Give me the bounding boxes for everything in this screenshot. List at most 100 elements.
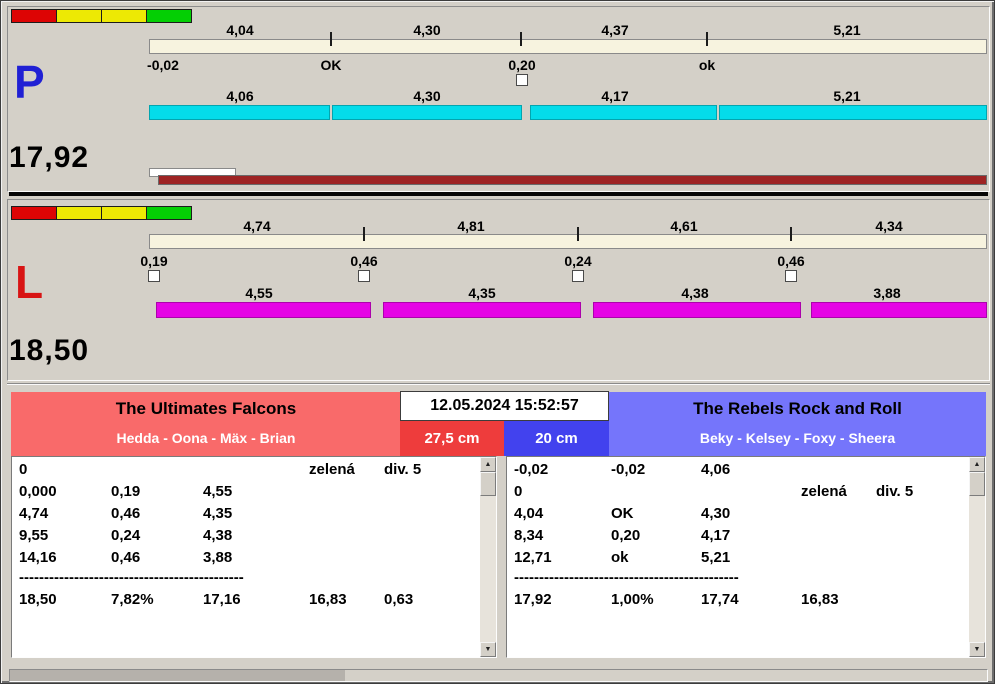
result-cell: 0,46 <box>111 505 140 522</box>
l-lower-split-label: 4,55 <box>245 285 272 301</box>
right-panel-scrollbar[interactable]: ▲ ▼ <box>969 457 985 657</box>
result-cell: zelená <box>309 461 355 478</box>
up-arrow-icon: ▲ <box>974 461 981 468</box>
l-status-square-yellow1 <box>56 206 102 220</box>
result-cell: 0,46 <box>111 549 140 566</box>
l-lower-split-label: 4,35 <box>468 285 495 301</box>
summary-cell: 17,74 <box>701 591 739 608</box>
scroll-down-button[interactable]: ▼ <box>480 642 496 657</box>
left-height-badge: 27,5 cm <box>400 421 504 456</box>
l-split-time-label: 4,81 <box>457 218 484 234</box>
result-cell: 4,74 <box>19 505 48 522</box>
p-fault-label: -0,02 <box>147 57 179 73</box>
p-total-time: 17,92 <box>9 141 89 175</box>
result-cell: 9,55 <box>19 527 48 544</box>
scroll-down-button[interactable]: ▼ <box>969 642 985 657</box>
lane-divider <box>9 192 988 196</box>
result-cell: -0,02 <box>611 461 645 478</box>
p-lower-bar-segment <box>530 105 717 120</box>
summary-cell: 16,83 <box>309 591 347 608</box>
panel-l-frame <box>7 199 990 381</box>
summary-cell: 7,82% <box>111 591 154 608</box>
l-upper-time-bar <box>149 234 987 249</box>
right-team-name: The Rebels Rock and Roll <box>609 399 986 419</box>
p-lower-split-label: 4,06 <box>226 88 253 104</box>
summary-cell: 0,63 <box>384 591 413 608</box>
bottom-progress-fill <box>10 670 345 681</box>
p-split-time-label: 4,04 <box>226 22 253 38</box>
result-cell: zelená <box>801 483 847 500</box>
result-divider-line: ----------------------------------------… <box>514 569 739 586</box>
result-cell: div. 5 <box>876 483 913 500</box>
l-status-square-green <box>146 206 192 220</box>
result-cell: 0 <box>19 461 27 478</box>
l-fault-checkbox[interactable] <box>148 270 160 282</box>
scroll-thumb[interactable] <box>969 472 985 496</box>
l-fault-label: 0,19 <box>140 253 167 269</box>
l-split-time-label: 4,61 <box>670 218 697 234</box>
p-lower-split-label: 4,30 <box>413 88 440 104</box>
tick-mark <box>706 32 708 46</box>
scroll-up-button[interactable]: ▲ <box>969 457 985 472</box>
result-cell: 4,35 <box>203 505 232 522</box>
l-fault-label: 0,24 <box>564 253 591 269</box>
summary-cell: 18,50 <box>19 591 57 608</box>
p-split-time-label: 5,21 <box>833 22 860 38</box>
result-cell: ok <box>611 549 629 566</box>
result-cell: 4,38 <box>203 527 232 544</box>
scroll-up-button[interactable]: ▲ <box>480 457 496 472</box>
l-split-time-label: 4,74 <box>243 218 270 234</box>
left-team-members: Hedda - Oona - Mäx - Brian <box>11 430 401 446</box>
up-arrow-icon: ▲ <box>485 461 492 468</box>
l-fault-checkbox[interactable] <box>785 270 797 282</box>
summary-cell: 17,92 <box>514 591 552 608</box>
scroll-thumb[interactable] <box>480 472 496 496</box>
l-split-time-label: 4,34 <box>875 218 902 234</box>
tick-mark <box>363 227 365 241</box>
p-status-square-yellow2 <box>101 9 147 23</box>
p-fault-label: OK <box>321 57 342 73</box>
right-team-members: Beky - Kelsey - Foxy - Sheera <box>609 430 986 446</box>
summary-cell: 1,00% <box>611 591 654 608</box>
l-lane-letter: L <box>15 259 43 305</box>
down-arrow-icon: ▼ <box>974 646 981 653</box>
right-height-badge: 20 cm <box>504 421 609 456</box>
l-status-square-yellow2 <box>101 206 147 220</box>
p-run-progress-fill <box>158 175 987 185</box>
tick-mark <box>577 227 579 241</box>
p-lower-bar-segment <box>719 105 987 120</box>
l-lower-split-label: 4,38 <box>681 285 708 301</box>
left-panel-scrollbar[interactable]: ▲ ▼ <box>480 457 496 657</box>
l-fault-label: 0,46 <box>350 253 377 269</box>
l-fault-checkbox[interactable] <box>358 270 370 282</box>
p-status-square-yellow1 <box>56 9 102 23</box>
p-lower-split-label: 4,17 <box>601 88 628 104</box>
p-lower-split-label: 5,21 <box>833 88 860 104</box>
result-cell: 4,30 <box>701 505 730 522</box>
p-lower-bar-segment <box>332 105 522 120</box>
p-status-square-red <box>11 9 57 23</box>
result-cell: -0,02 <box>514 461 548 478</box>
p-fault-checkbox[interactable] <box>516 74 528 86</box>
result-cell: 0,24 <box>111 527 140 544</box>
result-cell: 8,34 <box>514 527 543 544</box>
result-cell: 3,88 <box>203 549 232 566</box>
l-lower-bar-segment <box>383 302 581 318</box>
summary-cell: 16,83 <box>801 591 839 608</box>
l-fault-label: 0,46 <box>777 253 804 269</box>
result-cell: 4,06 <box>701 461 730 478</box>
bottom-progress-track <box>9 669 988 682</box>
result-cell: div. 5 <box>384 461 421 478</box>
result-cell: 4,55 <box>203 483 232 500</box>
datetime-display: 12.05.2024 15:52:57 <box>400 391 609 421</box>
result-cell: 0 <box>514 483 522 500</box>
p-lower-bar-segment <box>149 105 330 120</box>
l-fault-checkbox[interactable] <box>572 270 584 282</box>
result-cell: 14,16 <box>19 549 57 566</box>
p-split-time-label: 4,37 <box>601 22 628 38</box>
result-cell: 5,21 <box>701 549 730 566</box>
right-results-panel <box>506 456 986 658</box>
left-team-name: The Ultimates Falcons <box>11 399 401 419</box>
p-lane-letter: P <box>14 59 45 105</box>
p-status-square-green <box>146 9 192 23</box>
